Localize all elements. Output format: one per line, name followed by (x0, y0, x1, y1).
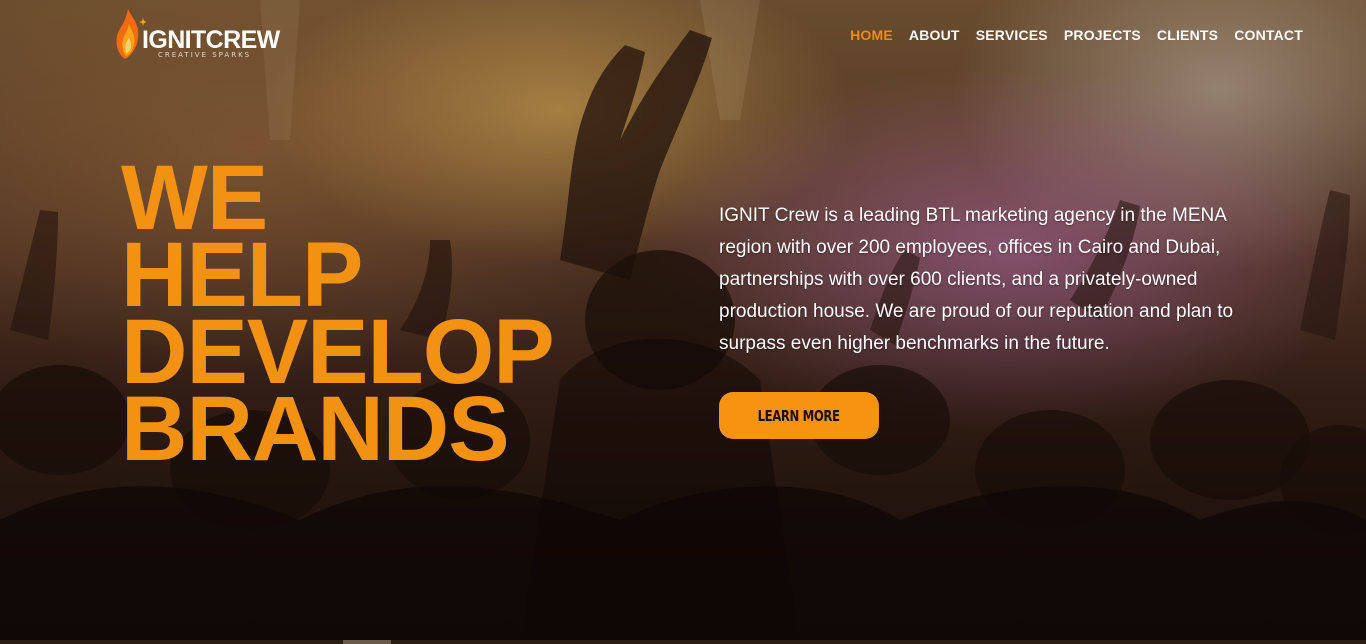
logo-tagline: CREATIVE SPARKS (158, 51, 252, 59)
site-logo[interactable]: IGNITCREW CREATIVE SPARKS (114, 6, 284, 62)
logo-wordmark: IGNITCREW (142, 26, 280, 54)
learn-more-button[interactable]: LEARN MORE (719, 392, 879, 439)
nav-item-services[interactable]: SERVICES (976, 26, 1048, 44)
nav-item-projects[interactable]: PROJECTS (1064, 26, 1141, 44)
nav-item-about[interactable]: ABOUT (909, 26, 960, 44)
page-bottom-strip (0, 640, 1366, 644)
hero-headline: WE HELP DEVELOP BRANDS (121, 152, 555, 480)
nav-item-contact[interactable]: CONTACT (1234, 26, 1303, 44)
hero-intro-text: IGNIT Crew is a leading BTL marketing ag… (719, 205, 1234, 354)
nav-item-clients[interactable]: CLIENTS (1157, 26, 1218, 44)
learn-more-label: LEARN MORE (757, 406, 841, 425)
headline-line: BRANDS (121, 378, 510, 480)
main-nav: HOME ABOUT SERVICES PROJECTS CLIENTS CON… (850, 26, 1303, 44)
nav-item-home[interactable]: HOME (850, 26, 893, 44)
hero-section: IGNITCREW CREATIVE SPARKS HOME ABOUT SER… (0, 0, 1366, 644)
bottom-strip-mark (343, 640, 391, 644)
